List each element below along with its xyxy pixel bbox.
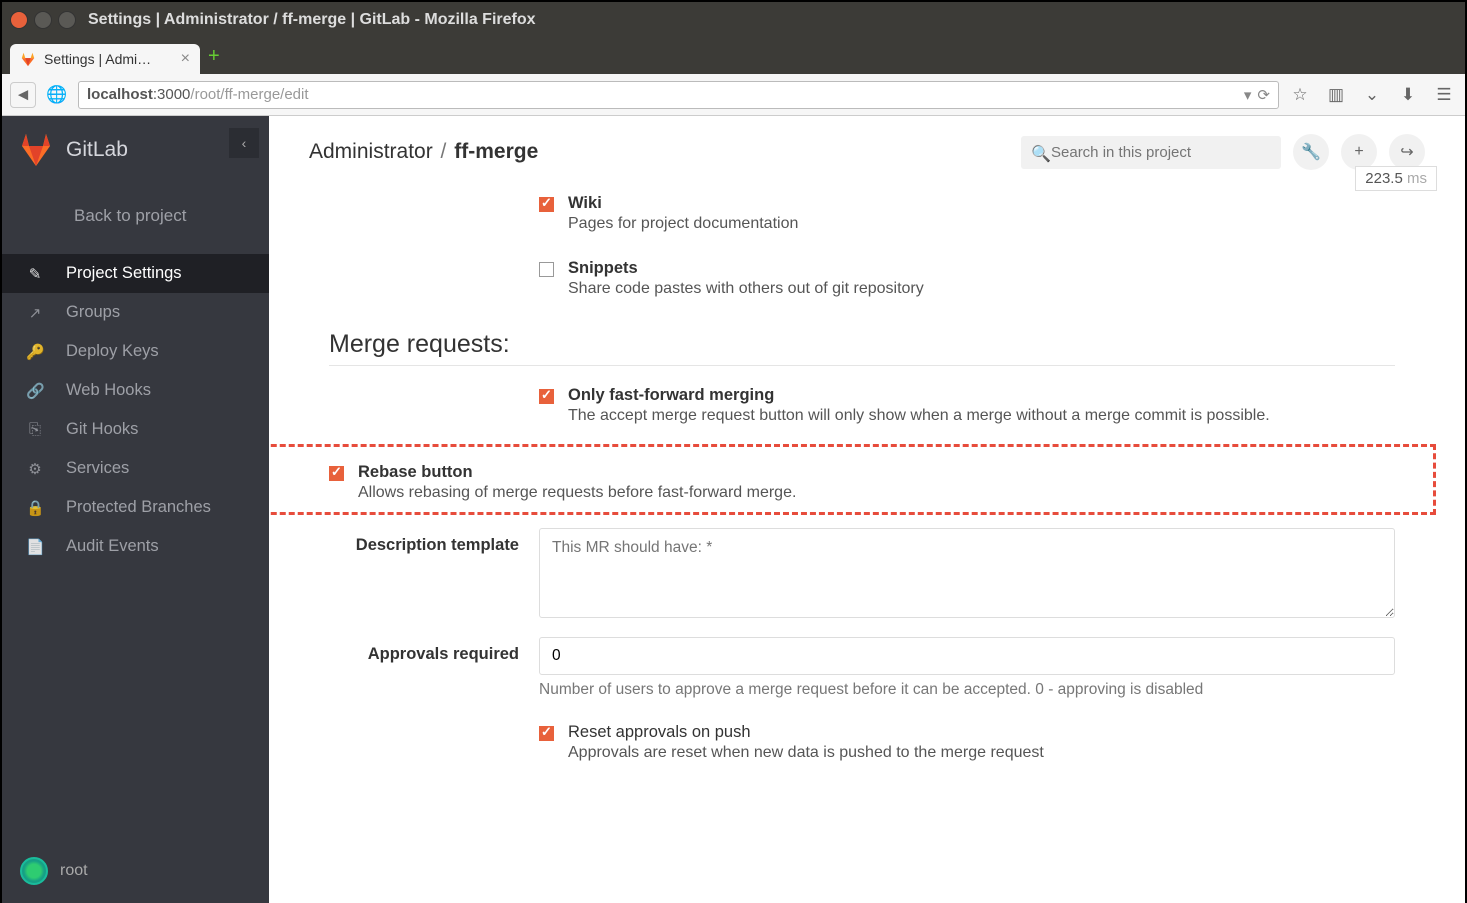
sidebar-item-project-settings[interactable]: ✎ Project Settings [2,254,269,293]
link-icon: 🔗 [26,382,44,400]
pocket-icon[interactable]: ⌄ [1359,82,1385,108]
reset-approvals-desc: Approvals are reset when new data is pus… [568,744,1044,762]
breadcrumb-owner[interactable]: Administrator [309,140,433,163]
sidebar-item-protected-branches[interactable]: 🔒 Protected Branches [2,488,269,527]
window-titlebar: Settings | Administrator / ff-merge | Gi… [2,2,1465,38]
window-title: Settings | Administrator / ff-merge | Gi… [88,11,536,29]
gitlab-brand[interactable]: GitLab [66,138,128,162]
sidebar-username: root [60,862,88,880]
sidebar-item-deploy-keys[interactable]: 🔑 Deploy Keys [2,332,269,371]
snippets-desc: Share code pastes with others out of git… [568,280,924,298]
cogs-icon: ⚙ [26,460,44,478]
browser-tab-active[interactable]: Settings | Admi… × [10,44,200,74]
gitlab-logo-icon [18,132,54,168]
file-icon: 📄 [26,538,44,556]
url-path: /root/ff-merge/edit [190,86,308,103]
desc-template-label: Description template [329,528,519,623]
sign-out-button[interactable]: ↪ [1389,134,1425,170]
admin-wrench-button[interactable]: 🔧 [1293,134,1329,170]
window-close-button[interactable] [10,11,28,29]
sidebar-item-label: Protected Branches [66,498,211,517]
rebase-title: Rebase button [358,463,796,482]
sidebar-item-label: Project Settings [66,264,182,283]
menu-icon[interactable]: ☰ [1431,82,1457,108]
approvals-help: Number of users to approve a merge reque… [539,681,1395,699]
tab-close-icon[interactable]: × [181,50,190,68]
new-plus-button[interactable]: + [1341,134,1377,170]
main-content: Administrator / ff-merge 🔍 🔧 + ↪ 223.5 m… [269,116,1465,903]
url-host: localhost:3000 [87,86,190,103]
wiki-title: Wiki [568,194,798,213]
window-minimize-button[interactable] [34,11,52,29]
git-icon: ⎘ [26,421,44,438]
snippets-checkbox[interactable] [539,262,554,277]
sidebar-item-services[interactable]: ⚙ Services [2,449,269,488]
url-input[interactable]: localhost:3000 /root/ff-merge/edit ▾ ⟳ [78,81,1279,109]
sidebar-item-label: Deploy Keys [66,342,159,361]
feature-ff-merge: Only fast-forward merging The accept mer… [329,380,1395,445]
search-icon: 🔍 [1031,144,1051,164]
performance-badge: 223.5 ms [1355,166,1437,191]
breadcrumb: Administrator / ff-merge [309,140,538,164]
feature-wiki: Wiki Pages for project documentation [329,188,1395,253]
sidebar-item-groups[interactable]: ↗ Groups [2,293,269,332]
browser-tab-label: Settings | Admi… [44,51,151,67]
desc-template-textarea[interactable] [539,528,1395,618]
sidebar-item-label: Git Hooks [66,420,138,439]
sidebar-item-label: Web Hooks [66,381,151,400]
reload-icon[interactable]: ⟳ [1257,86,1270,104]
approvals-label: Approvals required [329,637,519,699]
ff-merge-checkbox[interactable] [539,389,554,404]
wiki-desc: Pages for project documentation [568,215,798,233]
rebase-highlight-box: Rebase button Allows rebasing of merge r… [269,445,1435,514]
sidebar-item-label: Services [66,459,129,478]
sidebar-item-label: Groups [66,303,120,322]
snippets-title: Snippets [568,259,924,278]
wiki-checkbox[interactable] [539,197,554,212]
share-icon: ↗ [26,304,44,322]
merge-requests-heading: Merge requests: [329,330,1395,366]
edit-icon: ✎ [26,265,44,283]
ff-merge-title: Only fast-forward merging [568,386,1270,405]
window-maximize-button[interactable] [58,11,76,29]
library-icon[interactable]: ▥ [1323,82,1349,108]
gitlab-sidebar: GitLab ‹ Back to project ✎ Project Settin… [2,116,269,903]
key-icon: 🔑 [26,343,44,361]
ff-merge-desc: The accept merge request button will onl… [568,407,1270,425]
breadcrumb-project[interactable]: ff-merge [454,140,538,163]
user-avatar-icon [20,857,48,885]
site-identity-icon[interactable]: 🌐 [44,82,70,108]
browser-navbar: ◄ 🌐 localhost:3000 /root/ff-merge/edit ▾… [2,74,1465,116]
sidebar-collapse-button[interactable]: ‹ [229,128,259,158]
feature-snippets: Snippets Share code pastes with others o… [329,253,1395,318]
sidebar-item-web-hooks[interactable]: 🔗 Web Hooks [2,371,269,410]
rebase-desc: Allows rebasing of merge requests before… [358,484,796,502]
gitlab-favicon-icon [20,51,36,67]
feature-reset-approvals: Reset approvals on push Approvals are re… [329,699,1395,782]
sidebar-back-link[interactable]: Back to project [2,178,269,254]
browser-tab-bar: Settings | Admi… × + [2,38,1465,74]
bookmark-star-icon[interactable]: ☆ [1287,82,1313,108]
reset-approvals-title: Reset approvals on push [568,723,1044,742]
sidebar-item-label: Audit Events [66,537,159,556]
project-search-input[interactable] [1021,136,1281,169]
sidebar-item-audit-events[interactable]: 📄 Audit Events [2,527,269,566]
reset-approvals-checkbox[interactable] [539,726,554,741]
sidebar-item-git-hooks[interactable]: ⎘ Git Hooks [2,410,269,449]
approvals-input[interactable] [539,637,1395,675]
rebase-checkbox[interactable] [329,466,344,481]
reader-icon[interactable]: ▾ [1244,86,1252,104]
feature-rebase: Rebase button Allows rebasing of merge r… [329,457,1425,502]
new-tab-button[interactable]: + [208,45,220,74]
downloads-icon[interactable]: ⬇ [1395,82,1421,108]
lock-icon: 🔒 [26,499,44,517]
sidebar-user[interactable]: root [20,857,88,885]
nav-back-button[interactable]: ◄ [10,82,36,108]
